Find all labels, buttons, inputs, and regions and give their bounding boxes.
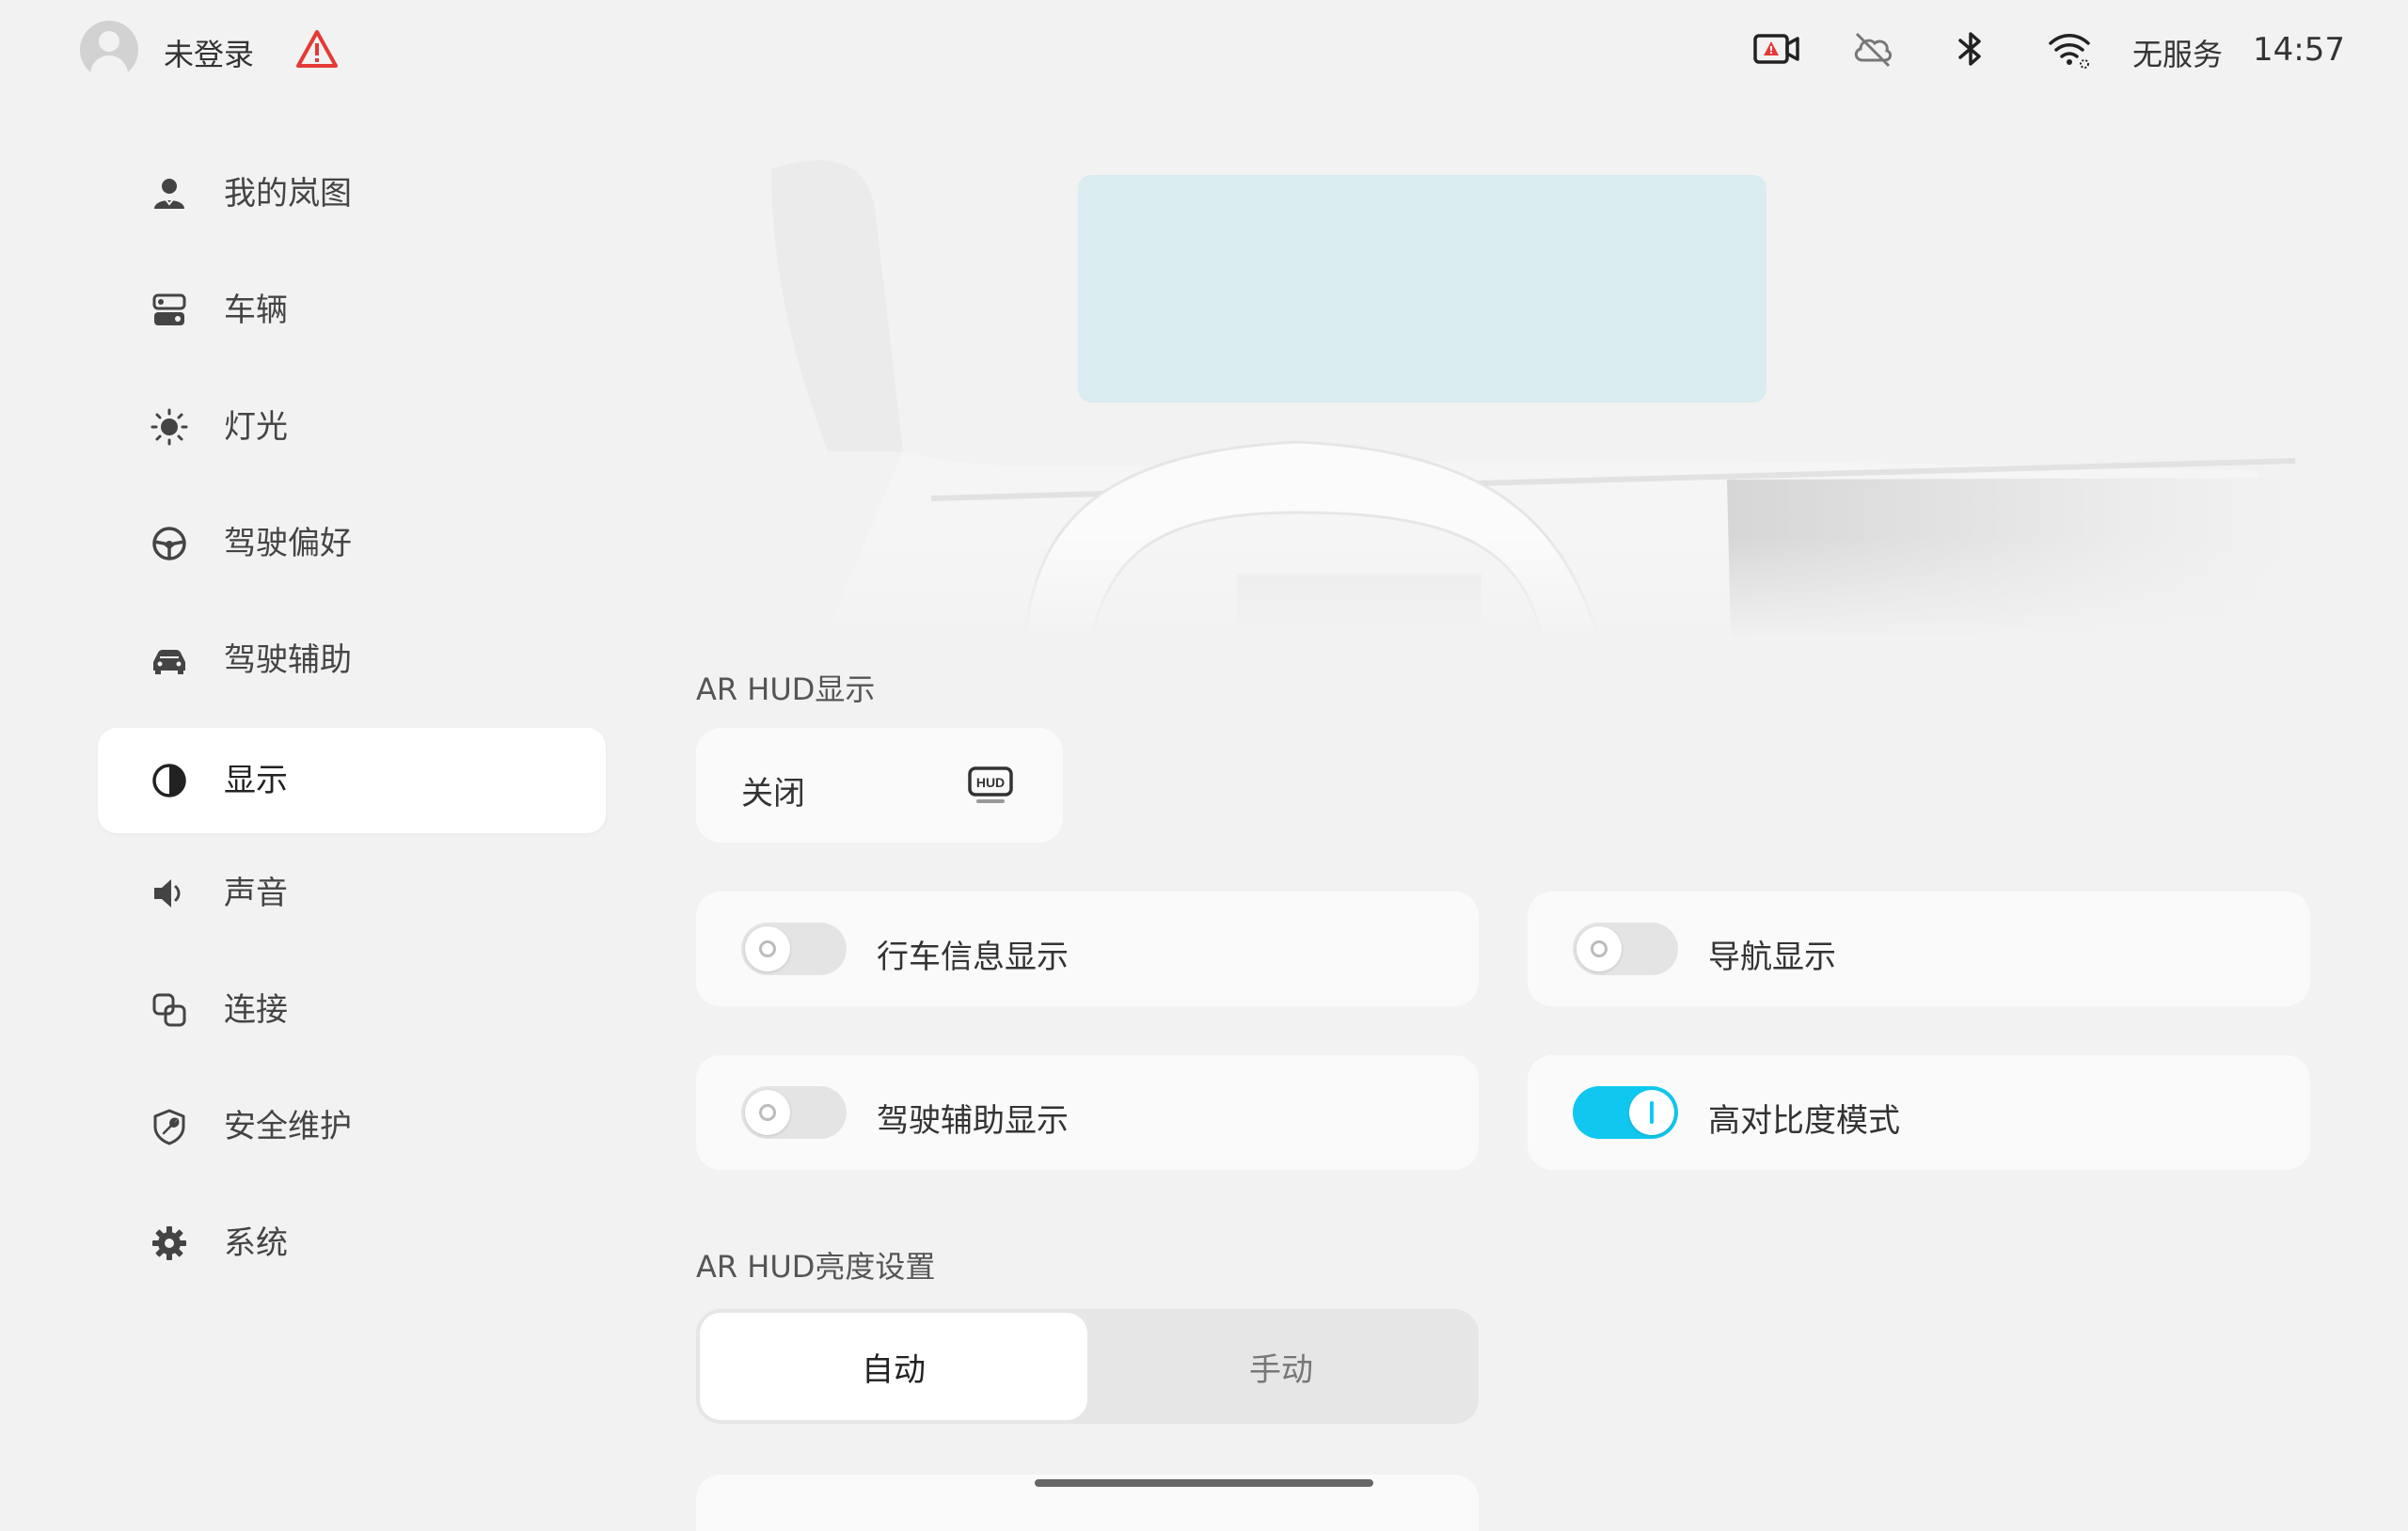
- brightness-mode-segmented-control: 自动 手动: [696, 1309, 1479, 1424]
- sidebar-item-label: 我的岚图: [224, 175, 352, 213]
- hud-icon: HUD: [968, 766, 1013, 803]
- sidebar-item-label: 安全维护: [224, 1108, 352, 1145]
- shield-wrench-icon: [153, 1109, 185, 1145]
- bluetooth-icon[interactable]: [1955, 30, 1987, 68]
- driving-info-display-card: 行车信息显示: [696, 892, 1479, 1006]
- sidebar-item-lights[interactable]: 灯光: [98, 374, 606, 480]
- section-title-brightness: AR HUD亮度设置: [696, 1249, 936, 1285]
- sidebar-item-safety-maintenance[interactable]: 安全维护: [98, 1074, 606, 1179]
- user-icon: [154, 179, 184, 209]
- driving-info-display-label: 行车信息显示: [877, 939, 1069, 976]
- connection-icon: [152, 993, 186, 1027]
- section-title-ar-hud: AR HUD显示: [696, 671, 876, 707]
- driving-assist-display-label: 驾驶辅助显示: [877, 1102, 1069, 1140]
- driving-info-display-toggle[interactable]: [741, 923, 847, 975]
- brightness-auto-option[interactable]: 自动: [700, 1313, 1087, 1420]
- driving-assist-display-toggle[interactable]: [741, 1086, 847, 1139]
- car-assist-icon: [153, 650, 185, 674]
- warning-icon[interactable]: [295, 29, 339, 69]
- sidebar-item-system[interactable]: 系统: [98, 1191, 606, 1296]
- sidebar-item-label: 驾驶偏好: [224, 525, 352, 562]
- navigation-display-toggle[interactable]: [1573, 923, 1678, 975]
- steering-wheel-icon: [152, 527, 186, 560]
- sidebar-item-driving-assist[interactable]: 驾驶辅助: [98, 608, 606, 713]
- speaker-icon: [154, 879, 181, 908]
- sidebar-item-label: 声音: [224, 875, 288, 912]
- network-status-label: 无服务: [2132, 37, 2224, 72]
- hud-mode-button[interactable]: 关闭 HUD: [696, 728, 1063, 843]
- driving-assist-display-card: 驾驶辅助显示: [696, 1055, 1479, 1170]
- cloud-off-icon[interactable]: [1851, 30, 1894, 68]
- wifi-icon[interactable]: [2047, 30, 2092, 70]
- high-contrast-mode-label: 高对比度模式: [1708, 1102, 1900, 1140]
- sidebar-item-label: 系统: [224, 1224, 288, 1262]
- sidebar-item-vehicle[interactable]: 车辆: [98, 258, 606, 363]
- status-bar: 未登录 无服务 14:57: [0, 0, 2408, 103]
- high-contrast-mode-toggle[interactable]: [1573, 1086, 1678, 1139]
- login-status-label[interactable]: 未登录: [164, 31, 254, 74]
- home-indicator[interactable]: [1035, 1479, 1373, 1487]
- dashcam-warning-icon[interactable]: [1753, 30, 1800, 68]
- sidebar-item-label: 灯光: [224, 408, 288, 446]
- gear-icon: [152, 1226, 186, 1260]
- brightness-manual-option[interactable]: 手动: [1087, 1313, 1475, 1420]
- sidebar-item-my-voyah[interactable]: 我的岚图: [98, 141, 606, 246]
- light-icon: [150, 408, 188, 446]
- settings-sidebar: 我的岚图 车辆 灯光 驾驶偏好 驾驶辅助 显示 声音 连接 安全维护 系统: [0, 141, 621, 1364]
- high-contrast-mode-card: 高对比度模式: [1528, 1055, 2310, 1170]
- sidebar-item-connection[interactable]: 连接: [98, 957, 606, 1063]
- sidebar-item-label: 连接: [224, 991, 288, 1029]
- sidebar-item-sound[interactable]: 声音: [98, 841, 606, 946]
- svg-text:HUD: HUD: [976, 775, 1005, 790]
- navigation-display-label: 导航显示: [1708, 939, 1836, 976]
- vehicle-controls-icon: [152, 293, 186, 325]
- clock: 14:57: [2253, 31, 2345, 69]
- navigation-display-card: 导航显示: [1528, 892, 2310, 1006]
- sidebar-item-label: 车辆: [224, 292, 288, 329]
- sidebar-item-label: 驾驶辅助: [224, 641, 352, 679]
- hud-mode-label: 关闭: [741, 775, 805, 813]
- display-contrast-icon: [152, 764, 186, 797]
- sidebar-item-display[interactable]: 显示: [98, 728, 606, 833]
- sidebar-item-label: 显示: [224, 762, 288, 799]
- hud-projection-area: [1078, 175, 1766, 402]
- sidebar-item-driving-preference[interactable]: 驾驶偏好: [98, 491, 606, 596]
- avatar-icon[interactable]: [80, 21, 138, 79]
